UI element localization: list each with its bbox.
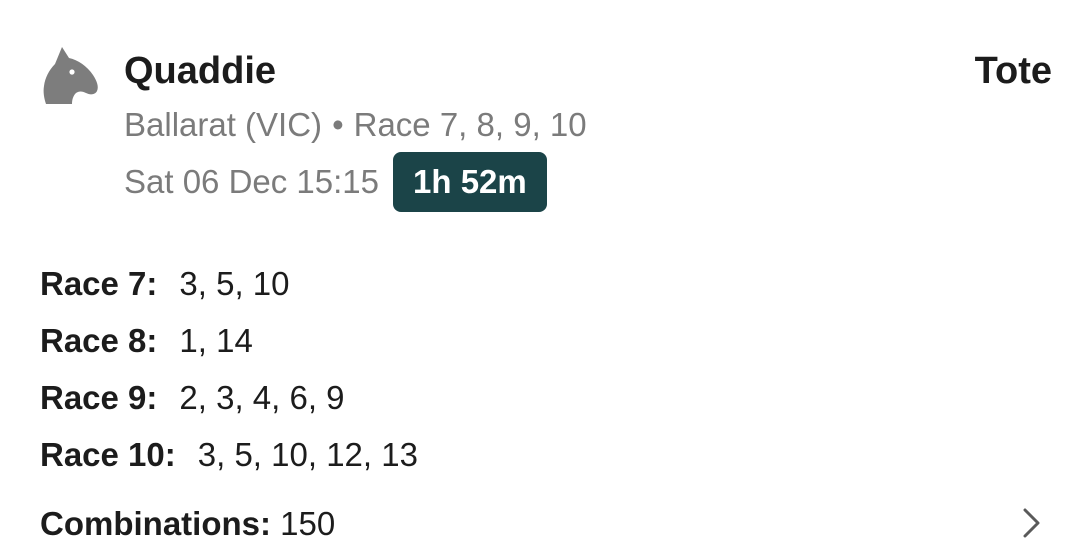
leg-runners: 3, 5, 10, 12, 13 [197,436,418,473]
leg-runners: 3, 5, 10 [179,265,290,302]
leg-row: Race 8: 1, 14 [40,319,418,376]
leg-row: Race 9: 2, 3, 4, 6, 9 [40,376,418,433]
meeting-separator: • [332,106,344,143]
leg-runners: 2, 3, 4, 6, 9 [179,379,345,416]
legs-list: Race 7: 3, 5, 10 Race 8: 1, 14 Race 9: 2, 3… [40,262,418,490]
countdown-badge: 1h 52m [393,152,547,212]
leg-runners: 1, 14 [179,322,253,359]
combinations: Combinations: 150 [40,502,335,546]
leg-row: Race 10: 3, 5, 10, 12, 13 [40,433,418,490]
race-list: Race 7, 8, 9, 10 [353,106,587,143]
combinations-label: Combinations: [40,505,271,542]
bet-card[interactable]: Quaddie Tote Ballarat (VIC) • Race 7, 8, 9… [0,0,1086,552]
time-row: Sat 06 Dec 15:15 1h 52m [124,152,547,212]
leg-label: Race 8: [40,322,158,359]
meeting-info: Ballarat (VIC) • Race 7, 8, 9, 10 [124,104,587,146]
chevron-right-icon[interactable] [1020,506,1042,540]
combinations-value: 150 [280,505,336,542]
leg-row: Race 7: 3, 5, 10 [40,262,418,319]
leg-label: Race 10: [40,436,176,473]
meeting-name: Ballarat (VIC) [124,106,323,143]
start-time: Sat 06 Dec 15:15 [124,163,380,200]
leg-label: Race 7: [40,265,158,302]
bet-kind-label: Tote [974,50,1052,92]
leg-label: Race 9: [40,379,158,416]
horse-head-icon [43,47,98,104]
bet-title: Quaddie [124,50,277,92]
